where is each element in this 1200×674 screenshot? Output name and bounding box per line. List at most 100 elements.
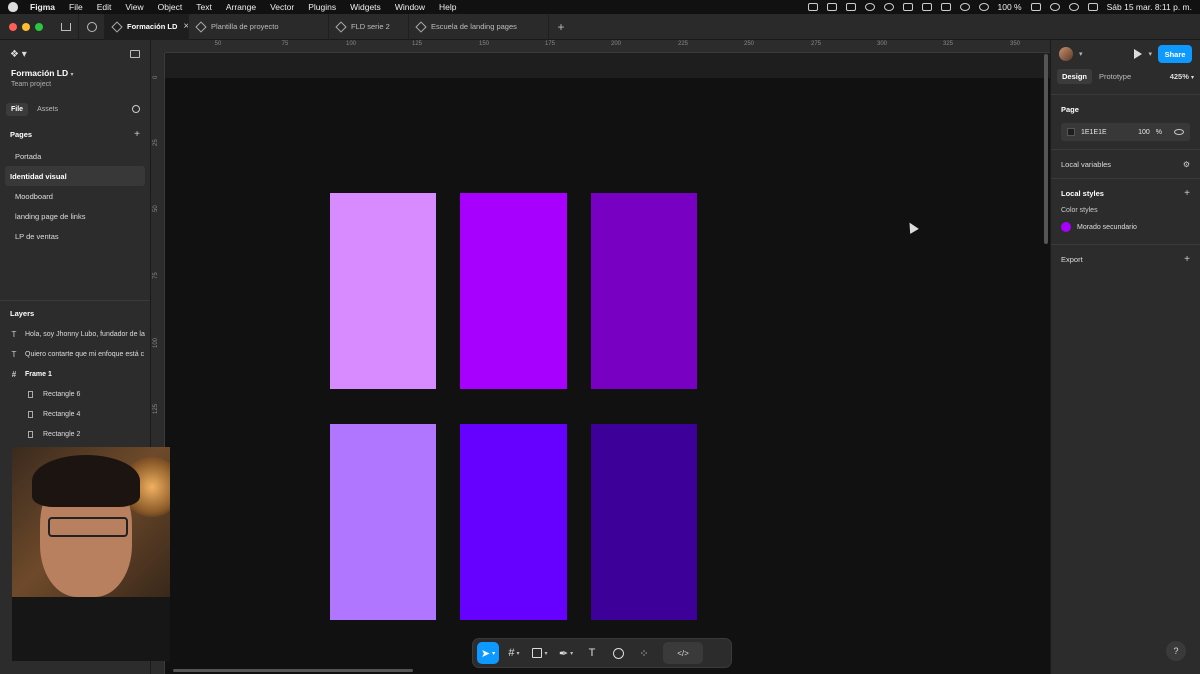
avatar[interactable] bbox=[1059, 47, 1073, 61]
present-play-icon[interactable] bbox=[1134, 49, 1143, 59]
rectangle-swatch-1[interactable] bbox=[330, 193, 436, 389]
layer-text-1[interactable]: T Hola, soy Jhonny Lubo, fundador de la bbox=[0, 324, 150, 344]
add-page-button[interactable]: + bbox=[134, 129, 140, 140]
tab-fld-serie-2[interactable]: FLD serie 2 bbox=[329, 13, 409, 40]
export-label: Export bbox=[1061, 254, 1083, 264]
horizontal-scrollbar[interactable] bbox=[173, 669, 413, 672]
close-window-button[interactable] bbox=[9, 22, 17, 31]
clock[interactable]: Sáb 15 mar. 8:11 p. m. bbox=[1107, 2, 1192, 12]
bluetooth-icon[interactable] bbox=[921, 3, 932, 11]
project-name[interactable]: Formación LD ▾ bbox=[0, 68, 150, 78]
left-header: ❖ ▾ bbox=[0, 40, 150, 68]
frame-tool-button[interactable]: # ▾ bbox=[503, 642, 525, 664]
tab-prototype[interactable]: Prototype bbox=[1094, 69, 1136, 84]
media-icon[interactable] bbox=[978, 3, 989, 11]
zoom-level[interactable]: 425% ▾ bbox=[1170, 72, 1194, 81]
tab-label: Plantilla de proyecto bbox=[211, 22, 279, 31]
menu-window[interactable]: Window bbox=[395, 2, 425, 12]
chevron-down-icon[interactable]: ▾ bbox=[1148, 50, 1152, 58]
status-app-icon[interactable] bbox=[807, 3, 818, 11]
shape-tool-button[interactable]: ▾ bbox=[529, 642, 551, 664]
sliders-icon[interactable]: ⚙ bbox=[1183, 160, 1190, 169]
fill-hex-input[interactable]: 1E1E1E bbox=[1081, 129, 1107, 136]
page-fill-row[interactable]: 1E1E1E 100 % bbox=[1061, 123, 1190, 141]
notion-icon[interactable] bbox=[826, 3, 837, 11]
tab-assets[interactable]: Assets bbox=[32, 103, 63, 116]
record-icon[interactable] bbox=[883, 3, 894, 11]
pages-header: Pages + bbox=[0, 125, 150, 143]
wifi-icon[interactable] bbox=[1049, 3, 1060, 11]
vertical-scrollbar[interactable] bbox=[1044, 54, 1048, 244]
actions-button[interactable]: ⁘ bbox=[633, 642, 655, 664]
layer-frame-1[interactable]: # Frame 1 bbox=[0, 364, 150, 384]
fill-swatch[interactable] bbox=[1067, 128, 1075, 136]
apple-icon[interactable] bbox=[8, 2, 18, 12]
rectangle-swatch-6[interactable] bbox=[591, 424, 697, 620]
pen-tool-button[interactable]: ✒ ▾ bbox=[555, 642, 577, 664]
rectangle-swatch-3[interactable] bbox=[591, 193, 697, 389]
layer-rectangle-6[interactable]: Rectangle 6 bbox=[0, 384, 150, 404]
rectangle-icon bbox=[28, 430, 33, 438]
figma-menu-icon[interactable]: ❖ ▾ bbox=[10, 49, 27, 60]
comment-tool-button[interactable] bbox=[607, 642, 629, 664]
menu-view[interactable]: View bbox=[125, 2, 143, 12]
page-item-landing-links[interactable]: landing page de links bbox=[5, 206, 145, 226]
dev-mode-toggle[interactable]: </> bbox=[663, 642, 703, 664]
home-button[interactable] bbox=[53, 13, 79, 40]
display-icon[interactable] bbox=[902, 3, 913, 11]
control-center-icon[interactable] bbox=[1087, 3, 1098, 11]
search-icon[interactable] bbox=[132, 105, 140, 113]
new-tab-button[interactable]: + bbox=[549, 14, 573, 40]
toggle-sidebar-icon[interactable] bbox=[130, 50, 140, 58]
menu-widgets[interactable]: Widgets bbox=[350, 2, 381, 12]
rectangle-swatch-2[interactable] bbox=[460, 193, 567, 389]
text-tool-button[interactable]: T bbox=[581, 642, 603, 664]
time-machine-icon[interactable] bbox=[959, 3, 970, 11]
menu-edit[interactable]: Edit bbox=[97, 2, 112, 12]
layer-rectangle-4[interactable]: Rectangle 4 bbox=[0, 404, 150, 424]
share-button[interactable]: Share bbox=[1158, 45, 1192, 63]
tab-file[interactable]: File bbox=[6, 102, 29, 116]
minimize-window-button[interactable] bbox=[22, 22, 30, 31]
chevron-down-icon[interactable]: ▾ bbox=[1079, 50, 1083, 58]
tab-formacion-ld[interactable]: Formación LD × bbox=[105, 13, 189, 40]
color-style-item[interactable]: Morado secundario bbox=[1061, 222, 1190, 232]
help-button[interactable]: ? bbox=[1166, 641, 1186, 661]
file-icon bbox=[415, 20, 427, 33]
tab-design[interactable]: Design bbox=[1057, 68, 1093, 84]
rectangle-swatch-4[interactable] bbox=[330, 424, 436, 620]
layer-rectangle-2[interactable]: Rectangle 2 bbox=[0, 424, 150, 444]
page-item-moodboard[interactable]: Moodboard bbox=[5, 186, 145, 206]
add-style-button[interactable]: + bbox=[1184, 188, 1190, 199]
community-button[interactable] bbox=[79, 13, 105, 40]
design-canvas[interactable]: 50 75 100 125 150 175 200 225 250 275 30… bbox=[151, 40, 1050, 674]
menu-vector[interactable]: Vector bbox=[270, 2, 294, 12]
tab-escuela[interactable]: Escuela de landing pages bbox=[409, 13, 549, 40]
maximize-window-button[interactable] bbox=[35, 22, 43, 31]
menu-app-name[interactable]: Figma bbox=[30, 2, 55, 12]
move-tool-button[interactable]: ➤ ▾ bbox=[477, 642, 499, 664]
page-item-portada[interactable]: Portada bbox=[5, 146, 145, 166]
menu-file[interactable]: File bbox=[69, 2, 83, 12]
menu-text[interactable]: Text bbox=[196, 2, 212, 12]
battery-icon[interactable] bbox=[1030, 3, 1041, 11]
search-icon[interactable] bbox=[1068, 3, 1079, 11]
menu-plugins[interactable]: Plugins bbox=[308, 2, 336, 12]
menu-arrange[interactable]: Arrange bbox=[226, 2, 256, 12]
page-item-identidad-visual[interactable]: Identidad visual bbox=[5, 166, 145, 186]
tab-plantilla[interactable]: Plantilla de proyecto bbox=[189, 13, 329, 40]
ruler-tick: 350 bbox=[1009, 41, 1021, 47]
chevron-down-icon: ▾ bbox=[70, 72, 74, 78]
screen-icon[interactable] bbox=[845, 3, 856, 11]
menu-help[interactable]: Help bbox=[439, 2, 456, 12]
layer-text-2[interactable]: T Quiero contarte que mi enfoque está c bbox=[0, 344, 150, 364]
local-variables-row[interactable]: Local variables ⚙ bbox=[1061, 158, 1190, 170]
page-item-lp-ventas[interactable]: LP de ventas bbox=[5, 226, 145, 246]
menu-object[interactable]: Object bbox=[158, 2, 183, 12]
eye-icon[interactable] bbox=[1174, 129, 1184, 135]
rectangle-swatch-5[interactable] bbox=[460, 424, 567, 620]
fill-opacity-input[interactable]: 100 bbox=[1138, 129, 1150, 136]
add-export-button[interactable]: + bbox=[1184, 254, 1190, 265]
gear-icon[interactable] bbox=[864, 3, 875, 11]
keyboard-icon[interactable] bbox=[940, 3, 951, 11]
